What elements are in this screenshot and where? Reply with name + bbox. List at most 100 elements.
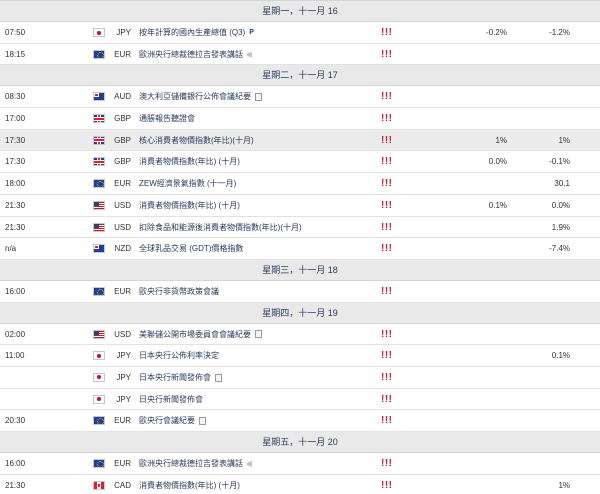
- preliminary-icon: P: [249, 29, 254, 37]
- event-time: 02:00: [5, 329, 26, 339]
- event-title-link[interactable]: 歐洲央行總裁德拉吉發表講話: [139, 44, 256, 65]
- event-title-text: 歐洲央行總裁德拉吉發表講話: [139, 49, 243, 59]
- event-title-link[interactable]: 澳大利亞儲備銀行公佈會議紀要: [139, 86, 262, 107]
- event-row[interactable]: 08:30 AUD 澳大利亞儲備銀行公佈會議紀要!!!: [0, 86, 600, 109]
- event-title-text: 日本央行公佈利率決定: [139, 351, 219, 361]
- event-time: 11:00: [5, 351, 25, 361]
- event-currency: JPY: [116, 372, 131, 382]
- importance-high-icon: !!!: [381, 458, 393, 469]
- event-title-link[interactable]: 消費者物價指數(年比) (十月): [139, 151, 240, 172]
- event-row[interactable]: 17:00 GBP 通脹報告聽證會!!!: [0, 108, 600, 130]
- event-row[interactable]: 02:00 USD 美聯儲公開市場委員會會議紀要!!!: [0, 323, 600, 346]
- event-title-link[interactable]: 扣除食品和能源後消費者物價指數(年比)(十月): [139, 217, 302, 238]
- event-row[interactable]: JPY 日本央行新聞發佈會!!!: [0, 366, 600, 389]
- event-time: 17:30: [5, 135, 26, 145]
- event-currency: JPY: [116, 394, 131, 404]
- event-time: 20:30: [5, 416, 26, 426]
- event-title-link[interactable]: 美聯儲公開市場委員會會議紀要: [139, 324, 262, 345]
- event-previous: 0.1%: [551, 351, 570, 361]
- event-title-text: 按年計算的國內生產總值 (Q3): [139, 28, 246, 37]
- speech-icon: [247, 51, 252, 58]
- event-previous: 1%: [558, 480, 570, 490]
- report-icon: [199, 417, 206, 426]
- event-row[interactable]: 16:00 EUR 歐央行非貨幣政策會議!!!: [0, 280, 600, 303]
- event-currency: EUR: [114, 286, 131, 296]
- event-row[interactable]: 17:30 GBP 核心消費者物價指數(年比)(十月)!!! 1% 1%: [0, 129, 600, 152]
- event-title-text: 消費者物價指數(年比) (十月): [139, 157, 240, 167]
- importance-high-icon: !!!: [381, 178, 393, 190]
- importance-high-icon: !!!: [381, 199, 393, 211]
- event-time: 07:50: [5, 28, 26, 37]
- report-icon: [215, 373, 222, 382]
- importance-high-icon: !!!: [381, 134, 393, 146]
- event-title-link[interactable]: 消費者物價指數(年比) (十月): [139, 195, 240, 216]
- importance-high-icon: !!!: [381, 393, 393, 405]
- event-title-link[interactable]: 按年計算的國內生產總值 (Q3) P: [139, 22, 254, 43]
- event-title-text: 扣除食品和能源後消費者物價指數(年比)(十月): [139, 222, 302, 232]
- event-row[interactable]: JPY 日央行新聞發佈會!!!: [0, 388, 600, 411]
- event-title-link[interactable]: 歐央行非貨幣政策會議: [139, 281, 219, 302]
- event-actual: 0.0%: [488, 157, 507, 167]
- event-title-link[interactable]: 歐央行會議紀要: [139, 410, 206, 431]
- event-previous: -0.1%: [549, 157, 570, 167]
- event-row[interactable]: 21:30 USD 消費者物價指數(年比) (十月)!!! 0.1% 0.0%: [0, 194, 600, 217]
- event-title-link[interactable]: 核心消費者物價指數(年比)(十月): [139, 130, 254, 151]
- importance-high-icon: !!!: [381, 415, 393, 427]
- event-title-text: 消費者物價指數(年比) (十月): [139, 480, 240, 490]
- event-title-link[interactable]: 日本央行新聞發佈會: [139, 367, 222, 388]
- event-title-text: ZEW經濟景氣指數 (十一月): [139, 179, 237, 189]
- event-previous: 1.9%: [551, 222, 570, 232]
- event-currency: GBP: [114, 157, 131, 167]
- event-row[interactable]: 11:00 JPY 日本央行公佈利率決定!!! 0.1%: [0, 345, 600, 367]
- importance-high-icon: !!!: [381, 371, 393, 383]
- event-row[interactable]: 18:00 EUR ZEW經濟景氣指數 (十一月)!!! 30.1: [0, 173, 600, 195]
- event-title-link[interactable]: ZEW經濟景氣指數 (十一月): [139, 173, 236, 194]
- speech-icon: [247, 460, 252, 467]
- event-time: n/a: [5, 244, 17, 254]
- importance-high-icon: !!!: [381, 113, 393, 125]
- event-row[interactable]: 20:30 EUR 歐央行會議紀要!!!: [0, 410, 600, 432]
- event-time: 08:30: [5, 92, 26, 102]
- event-currency: NZD: [114, 244, 131, 254]
- event-row[interactable]: 16:00 EUR 歐洲央行總裁德拉吉發表講話!!!: [0, 453, 600, 475]
- event-title-text: 歐洲央行總裁德拉吉發表講話: [139, 459, 243, 468]
- event-title-link[interactable]: 消費者物價指數(年比) (十月): [139, 475, 240, 494]
- event-currency: EUR: [114, 459, 131, 468]
- event-row[interactable]: 18:15 EUR 歐洲央行總裁德拉吉發表講話!!!: [0, 43, 600, 66]
- event-currency: EUR: [114, 416, 131, 426]
- importance-high-icon: !!!: [381, 285, 393, 297]
- event-previous: -1.2%: [549, 28, 570, 37]
- event-actual: 1%: [495, 135, 507, 145]
- event-title-text: 歐央行非貨幣政策會議: [139, 286, 219, 296]
- event-row[interactable]: 07:50 JPY 按年計算的國內生產總值 (Q3) P!!! -0.2% -1.2%: [0, 22, 600, 44]
- event-currency: JPY: [116, 351, 131, 361]
- event-time: 16:00: [5, 286, 26, 296]
- importance-high-icon: !!!: [381, 27, 393, 38]
- event-previous: 30.1: [554, 179, 570, 189]
- event-time: 18:15: [5, 49, 26, 59]
- event-time: 17:30: [5, 157, 26, 167]
- event-title-link[interactable]: 通脹報告聽證會: [139, 108, 195, 129]
- event-title-link[interactable]: 日央行新聞發佈會: [139, 389, 203, 410]
- event-row[interactable]: n/a NZD 全球乳品交易 (GDT)價格指數!!! -7.4%: [0, 238, 600, 260]
- event-time: 17:00: [5, 114, 26, 124]
- event-title-text: 消費者物價指數(年比) (十月): [139, 200, 240, 210]
- event-row[interactable]: 21:30 CAD 消費者物價指數(年比) (十月)!!! 1%: [0, 474, 600, 494]
- day-header: 星期二，十一月 17: [0, 65, 600, 87]
- economic-calendar: 星期一，十一月 16 07:50 JPY 按年計算的國內生產總值 (Q3) P!!! -0…: [0, 0, 600, 494]
- event-title-link[interactable]: 全球乳品交易 (GDT)價格指數: [139, 238, 243, 259]
- importance-high-icon: !!!: [381, 156, 393, 168]
- day-header: 星期四，十一月 19: [0, 302, 600, 324]
- day-header: 星期三，十一月 18: [0, 259, 600, 281]
- event-title-link[interactable]: 歐洲央行總裁德拉吉發表講話: [139, 453, 256, 474]
- event-title-text: 核心消費者物價指數(年比)(十月): [139, 135, 254, 145]
- importance-high-icon: !!!: [381, 328, 393, 340]
- event-title-link[interactable]: 日本央行公佈利率決定: [139, 345, 219, 366]
- event-currency: EUR: [114, 49, 131, 59]
- event-row[interactable]: 21:30 USD 扣除食品和能源後消費者物價指數(年比)(十月)!!! 1.9%: [0, 216, 600, 239]
- event-row[interactable]: 17:30 GBP 消費者物價指數(年比) (十月)!!! 0.0% -0.1%: [0, 151, 600, 174]
- event-currency: JPY: [116, 28, 131, 37]
- event-currency: EUR: [114, 179, 131, 189]
- event-actual: 0.1%: [488, 200, 507, 210]
- event-time: 18:00: [5, 179, 26, 189]
